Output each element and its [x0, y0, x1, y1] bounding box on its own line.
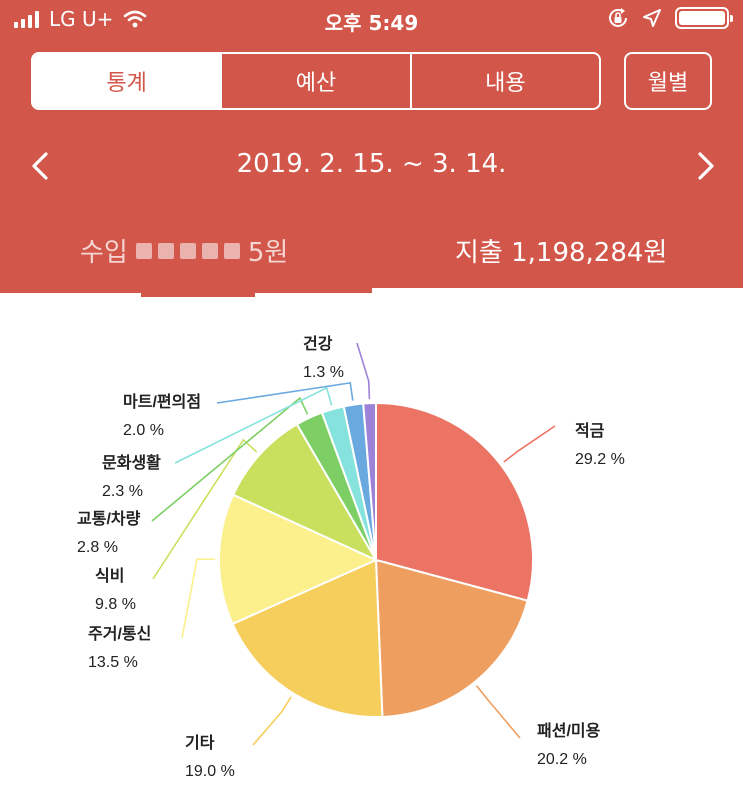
slice-percent: 13.5 %	[88, 654, 138, 671]
location-arrow-icon	[643, 9, 661, 27]
slice-label: 패션/미용	[537, 721, 601, 740]
slice-percent: 20.2 %	[537, 751, 587, 768]
slice-percent: 2.8 %	[77, 539, 118, 556]
slice-percent: 2.3 %	[102, 483, 143, 500]
tab-budget[interactable]: 예산	[222, 54, 412, 108]
leader-line	[216, 381, 354, 404]
redacted-amount	[135, 242, 240, 259]
slice-percent: 9.8 %	[95, 596, 136, 613]
slice-label: 건강	[303, 335, 333, 353]
expense-summary[interactable]: 지출 1,198,284원	[455, 232, 667, 269]
income-label: 수입	[80, 238, 128, 268]
income-value-suffix: 5원	[247, 238, 289, 268]
slice-label: 기타	[185, 734, 215, 752]
slice-percent: 2.0 %	[123, 422, 164, 439]
battery-icon	[675, 7, 733, 29]
leader-line	[181, 558, 216, 639]
expense-label: 지출	[455, 238, 503, 268]
expense-value: 1,198,284원	[511, 238, 668, 268]
slice-percent: 1.3 %	[303, 364, 344, 381]
slice-label: 교통/차량	[77, 509, 141, 528]
slice-label: 식비	[95, 567, 124, 585]
expense-pie-chart: 적금 29.2 % 패션/미용 20.2 % 기타 19.0 % 주거/통신 13.5 % 식비…	[77, 335, 625, 780]
tab-statistics[interactable]: 통계	[33, 54, 223, 108]
summary-row: 수입 5원 지출 1,198,284원	[0, 226, 743, 272]
date-navigator: 2019. 2. 15. ~ 3. 14.	[0, 143, 743, 189]
orientation-lock-icon	[609, 8, 627, 27]
view-segmented-control: 통계 예산 내용	[31, 52, 601, 110]
slice-percent: 29.2 %	[575, 451, 625, 468]
slice-label: 적금	[575, 422, 605, 440]
chevron-right-icon[interactable]	[688, 149, 722, 183]
income-summary[interactable]: 수입 5원	[80, 232, 288, 269]
leader-line	[252, 696, 292, 746]
date-range-label: 2019. 2. 15. ~ 3. 14.	[236, 149, 507, 179]
tab-details[interactable]: 내용	[412, 54, 599, 108]
slice-label: 문화생활	[102, 453, 161, 472]
leader-line	[503, 425, 556, 463]
slice-label: 주거/통신	[88, 625, 151, 643]
leader-line	[475, 685, 521, 739]
slice-label: 마트/편의점	[123, 392, 201, 411]
monthly-button[interactable]: 월별	[624, 52, 712, 110]
status-bar: LG U+ 오후 5:49	[0, 0, 743, 40]
header-bar: LG U+ 오후 5:49 통계 예산 내용 월별 2019. 2. 15. ~…	[0, 0, 743, 293]
leader-line	[356, 342, 371, 400]
slice-percent: 19.0 %	[185, 763, 235, 780]
